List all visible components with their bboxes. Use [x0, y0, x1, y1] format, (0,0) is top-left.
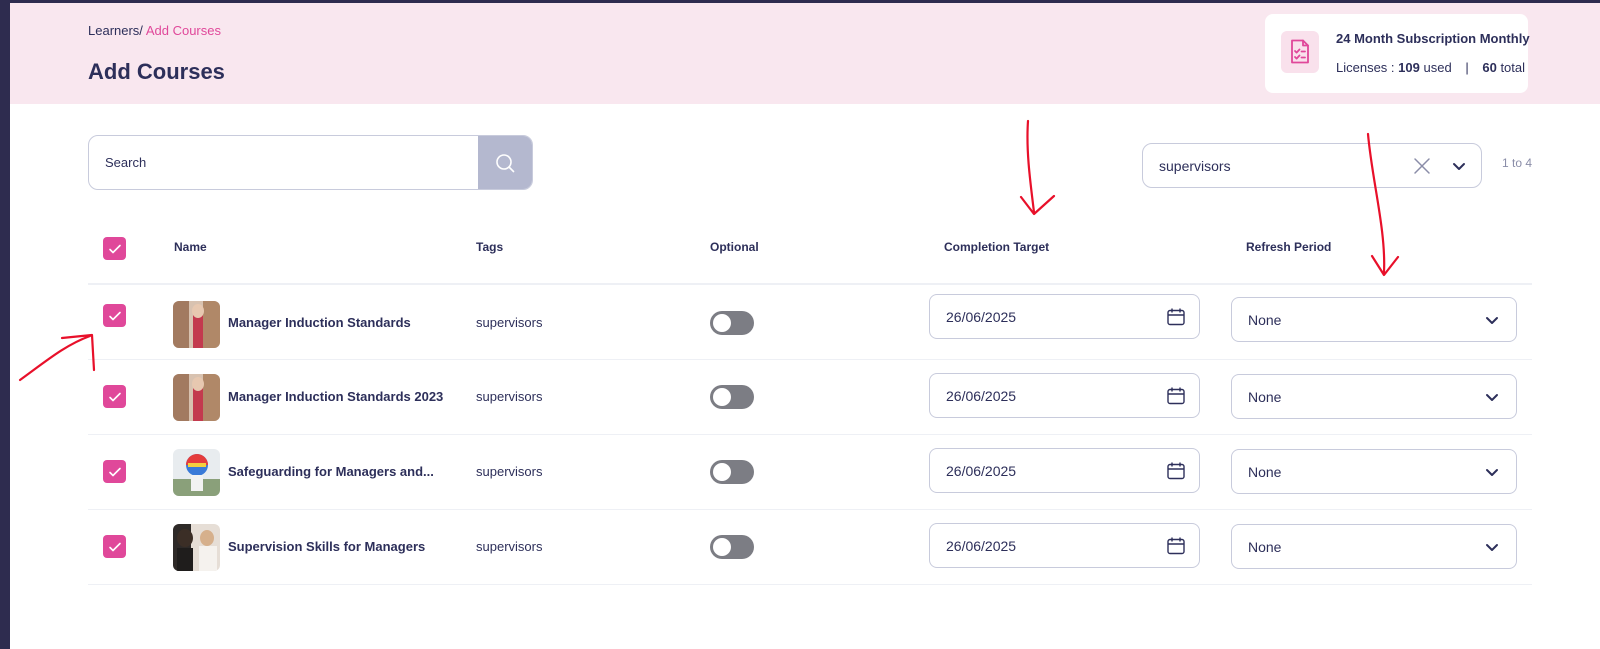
checkmark-icon [108, 392, 121, 401]
column-header-refresh-period[interactable]: Refresh Period [1246, 240, 1331, 254]
refresh-period-select[interactable]: None [1231, 449, 1517, 494]
chevron-down-icon [1486, 394, 1498, 401]
course-name[interactable]: Safeguarding for Managers and... [228, 464, 434, 479]
annotation-arrow-row-checkbox [18, 333, 96, 382]
search-box [88, 135, 533, 190]
row-checkbox[interactable] [103, 535, 126, 558]
checkmark-icon [108, 467, 121, 476]
annotation-arrow-completion-target [1019, 119, 1056, 216]
course-tag: supervisors [476, 389, 543, 404]
licenses-separator: | [1465, 60, 1469, 75]
row-checkbox[interactable] [103, 304, 126, 327]
licenses-used-label: used [1423, 60, 1452, 75]
course-thumbnail [173, 374, 220, 421]
table-row: Manager Induction Standards 2023 supervi… [88, 360, 1532, 435]
table-row: Supervision Skills for Managers supervis… [88, 510, 1532, 585]
course-thumbnail [173, 524, 220, 571]
column-header-tags[interactable]: Tags [476, 240, 503, 254]
completion-date-value: 26/06/2025 [946, 538, 1017, 554]
breadcrumb-learners-link[interactable]: Learners/ [88, 23, 143, 38]
table-row: Manager Induction Standards supervisors … [88, 285, 1532, 360]
chevron-down-icon[interactable] [1451, 158, 1467, 174]
course-name[interactable]: Manager Induction Standards 2023 [228, 389, 443, 404]
column-header-completion-target[interactable]: Completion Target [944, 240, 1049, 254]
course-name[interactable]: Supervision Skills for Managers [228, 539, 425, 554]
tag-filter-select[interactable]: supervisors [1142, 143, 1482, 188]
search-button[interactable] [478, 136, 532, 189]
page-header: Learners/ Add Courses Add Courses 24 Mon… [10, 3, 1600, 104]
calendar-icon[interactable] [1166, 386, 1186, 406]
tag-filter-value: supervisors [1159, 158, 1231, 174]
licenses-used-count: 109 [1398, 60, 1420, 75]
page-title: Add Courses [88, 59, 225, 84]
completion-date-field[interactable]: 26/06/2025 [929, 294, 1200, 339]
table-row: Safeguarding for Managers and... supervi… [88, 435, 1532, 510]
close-icon[interactable] [1413, 157, 1431, 175]
checkmark-icon [108, 311, 121, 320]
course-name[interactable]: Manager Induction Standards [228, 315, 411, 330]
course-thumbnail [173, 301, 220, 348]
refresh-period-select[interactable]: None [1231, 524, 1517, 569]
toggle-knob [713, 538, 731, 556]
row-checkbox[interactable] [103, 385, 126, 408]
breadcrumb: Learners/ Add Courses [88, 23, 221, 38]
checkmark-icon [108, 542, 121, 551]
search-input[interactable] [89, 136, 479, 189]
course-thumbnail [173, 449, 220, 496]
refresh-period-value: None [1248, 312, 1282, 328]
chevron-down-icon [1486, 469, 1498, 476]
completion-date-field[interactable]: 26/06/2025 [929, 373, 1200, 418]
toggle-knob [713, 314, 731, 332]
refresh-period-select[interactable]: None [1231, 374, 1517, 419]
checkmark-icon [108, 244, 121, 253]
refresh-period-value: None [1248, 464, 1282, 480]
course-tag: supervisors [476, 464, 543, 479]
left-sidebar-rail [0, 0, 10, 649]
refresh-period-value: None [1248, 539, 1282, 555]
completion-date-field[interactable]: 26/06/2025 [929, 448, 1200, 493]
toggle-knob [713, 463, 731, 481]
chevron-down-icon [1486, 317, 1498, 324]
optional-toggle[interactable] [710, 311, 754, 335]
completion-date-value: 26/06/2025 [946, 388, 1017, 404]
completion-date-value: 26/06/2025 [946, 309, 1017, 325]
chevron-down-icon [1486, 544, 1498, 551]
refresh-period-select[interactable]: None [1231, 297, 1517, 342]
optional-toggle[interactable] [710, 460, 754, 484]
optional-toggle[interactable] [710, 535, 754, 559]
row-checkbox[interactable] [103, 460, 126, 483]
search-icon [496, 153, 515, 172]
license-usage: Licenses : 109 used | 60 total [1336, 60, 1525, 75]
subscription-name: 24 Month Subscription Monthly [1336, 31, 1530, 46]
select-all-checkbox[interactable] [103, 237, 126, 260]
completion-date-value: 26/06/2025 [946, 463, 1017, 479]
calendar-icon[interactable] [1166, 307, 1186, 327]
toggle-knob [713, 388, 731, 406]
course-tag: supervisors [476, 315, 543, 330]
optional-toggle[interactable] [710, 385, 754, 409]
course-tag: supervisors [476, 539, 543, 554]
checklist-document-icon [1281, 31, 1319, 73]
refresh-period-value: None [1248, 389, 1282, 405]
pagination-text: 1 to 4 [1502, 156, 1533, 170]
calendar-icon[interactable] [1166, 536, 1186, 556]
table-header-row: Name Tags Optional Completion Target Ref… [88, 222, 1532, 285]
calendar-icon[interactable] [1166, 461, 1186, 481]
completion-date-field[interactable]: 26/06/2025 [929, 523, 1200, 568]
subscription-card: 24 Month Subscription Monthly Licenses :… [1265, 14, 1530, 93]
licenses-total-count: 60 [1482, 60, 1497, 75]
licenses-total-label: total [1500, 60, 1526, 75]
column-header-name[interactable]: Name [174, 240, 207, 254]
licenses-label: Licenses : [1336, 60, 1395, 75]
breadcrumb-current: Add Courses [145, 23, 221, 38]
column-header-optional[interactable]: Optional [710, 240, 759, 254]
courses-table: Name Tags Optional Completion Target Ref… [88, 222, 1532, 585]
